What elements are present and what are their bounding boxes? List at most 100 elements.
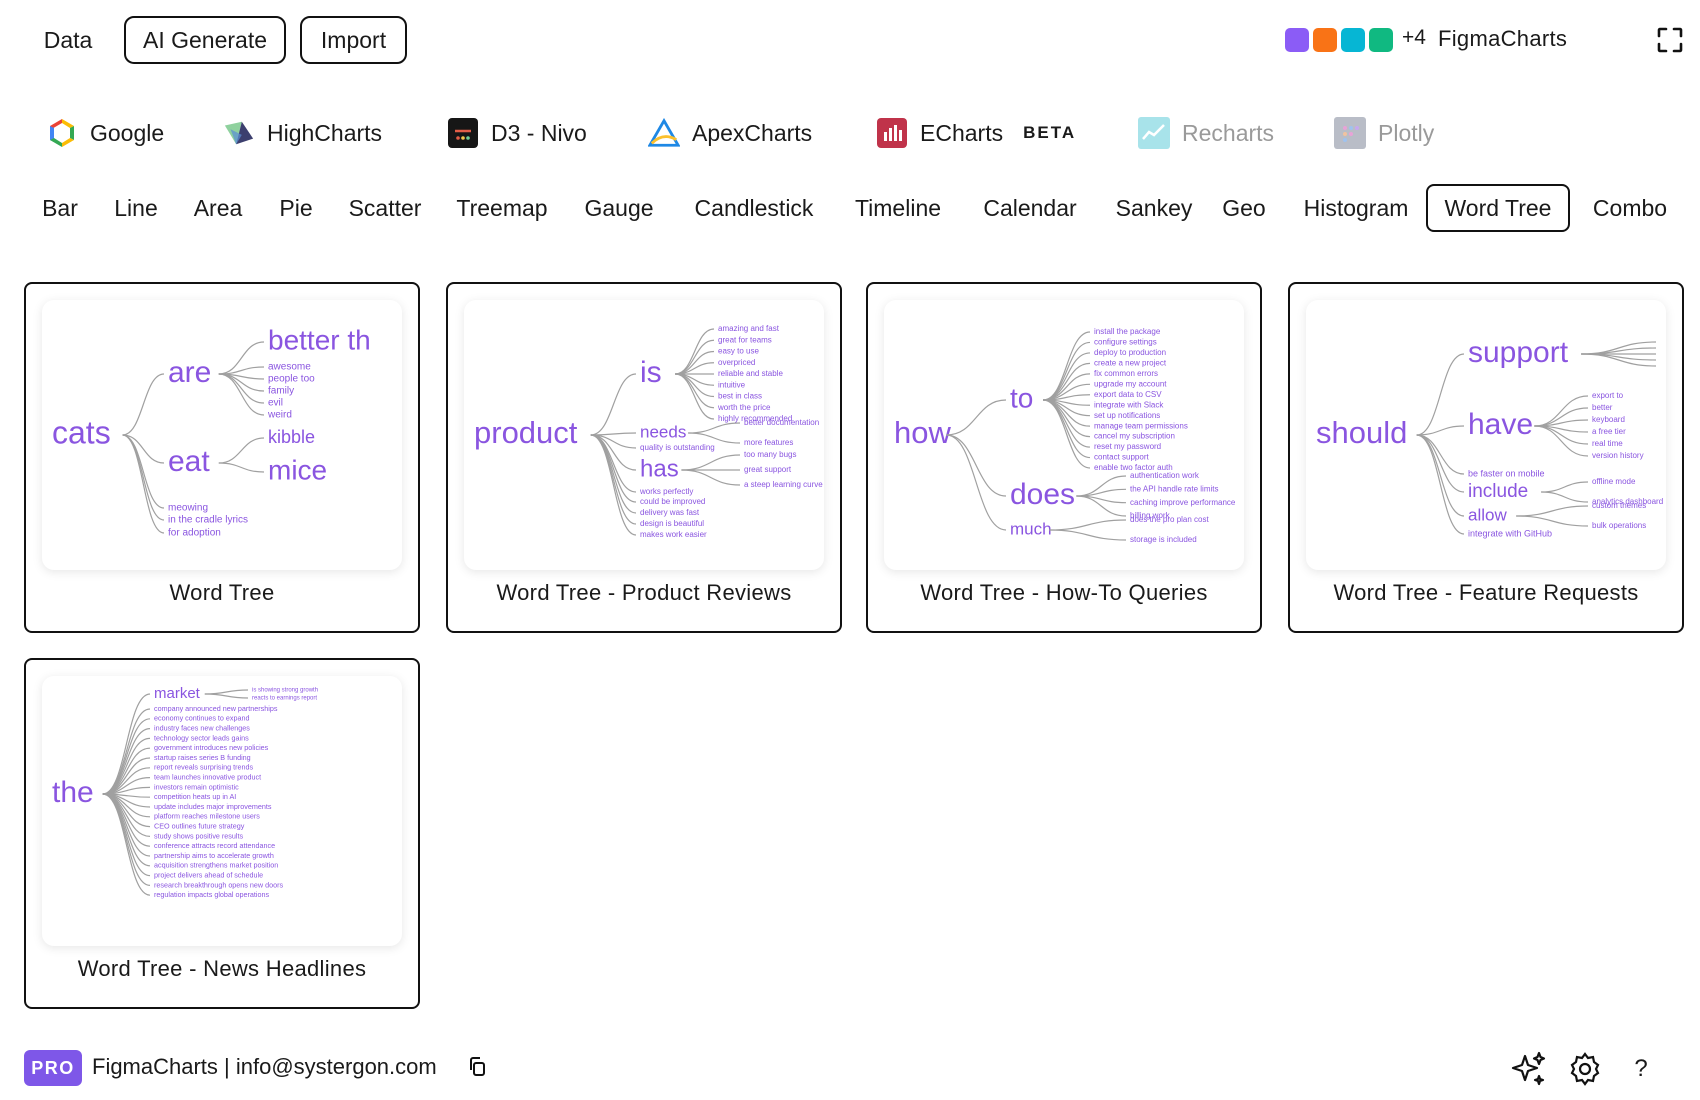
chart-card[interactable]: cats are better th awesome people too family e… (24, 282, 420, 633)
library-label: Google (90, 119, 165, 146)
tab-combo[interactable]: Combo (1582, 184, 1678, 232)
recharts-icon (1138, 117, 1170, 149)
library-echarts[interactable]: ECharts BETA (876, 108, 1076, 158)
sparkle-icon[interactable] (1510, 1050, 1548, 1088)
library-recharts[interactable]: Recharts (1138, 108, 1274, 158)
branch-line (218, 341, 265, 375)
card-title: Word Tree (169, 580, 275, 605)
branch-line (590, 434, 637, 514)
tab-area[interactable]: Area (180, 184, 256, 232)
tab-pie[interactable]: Pie (266, 184, 326, 232)
chart-card[interactable]: how to install the package configure settin… (866, 282, 1262, 633)
color-palette[interactable] (1285, 28, 1393, 52)
branch-line (590, 434, 637, 536)
highcharts-icon (223, 117, 255, 149)
card-title: Word Tree - Feature Requests (1333, 580, 1639, 605)
tab-line[interactable]: Line (104, 184, 168, 232)
branch-word: eat (168, 445, 210, 478)
import-button[interactable]: Import (300, 16, 407, 64)
branch-line (102, 728, 151, 795)
gear-icon[interactable] (1566, 1050, 1604, 1088)
library-google[interactable]: Google (46, 108, 164, 158)
leaf-phrase: evil (268, 398, 283, 409)
leaf-phrase: bulk operations (1592, 521, 1646, 530)
leaf-phrase: family (268, 386, 294, 397)
tab-treemap[interactable]: Treemap (446, 184, 558, 232)
fullscreen-icon[interactable] (1656, 26, 1684, 54)
word-tree-chart: how to install the package configure settin… (894, 327, 1236, 544)
chart-card[interactable]: the market is showing strong growth reacts … (24, 658, 420, 1009)
ai-generate-button[interactable]: AI Generate (124, 16, 286, 64)
tab-scatter[interactable]: Scatter (336, 184, 434, 232)
branch-line (1416, 434, 1465, 517)
leaf-phrase: keyboard (1592, 415, 1625, 424)
branch-line (102, 718, 151, 795)
color-swatch[interactable] (1313, 28, 1337, 52)
branch-line (1534, 425, 1589, 457)
leaf-phrase: CEO outlines future strategy (154, 822, 245, 831)
leaf-phrase: cancel my subscription (1094, 432, 1175, 441)
pro-badge[interactable]: PRO (24, 1050, 82, 1086)
tab-histogram[interactable]: Histogram (1288, 184, 1424, 232)
color-swatch[interactable] (1341, 28, 1365, 52)
branch-line (122, 434, 165, 521)
leaf-phrase: does the pro plan cost (1130, 515, 1209, 524)
branch-line (122, 434, 165, 509)
leaf-phrase: a free tier (1592, 427, 1626, 436)
brand-name: FigmaCharts (1438, 26, 1568, 51)
leaf-phrase: acquisition strengthens market position (154, 861, 278, 870)
leaf-phrase: easy to use (718, 347, 759, 356)
chart-preview: cats are better th awesome people too family e… (42, 300, 402, 570)
leaf-phrase: reset my password (1094, 442, 1161, 451)
chart-card[interactable]: product is amazing and fast great for teams… (446, 282, 842, 633)
root-word: the (52, 776, 94, 809)
branch-line (204, 693, 249, 699)
leaf-phrase: custom themes (1592, 501, 1646, 510)
branch-line (590, 373, 637, 436)
more-colors-count[interactable]: +4 (1402, 26, 1426, 50)
leaf-phrase: government introduces new policies (154, 743, 269, 752)
leaf-phrase: reliable and stable (718, 369, 783, 378)
tab-timeline[interactable]: Timeline (842, 184, 954, 232)
color-swatch[interactable] (1369, 28, 1393, 52)
tab-bar[interactable]: Bar (28, 184, 92, 232)
branch-word: allow (1468, 505, 1507, 524)
branch-line (1043, 399, 1091, 469)
leaf-phrase: too many bugs (744, 450, 796, 459)
word-tree-chart: product is amazing and fast great for teams… (474, 324, 823, 539)
tab-gauge[interactable]: Gauge (570, 184, 668, 232)
library-nivo[interactable]: D3 - Nivo (447, 108, 587, 158)
branch-line (946, 434, 1007, 497)
branch-line (1416, 353, 1465, 436)
data-button[interactable]: Data (28, 16, 108, 64)
branch-line (1516, 515, 1589, 527)
leaf-phrase: integrate with Slack (1094, 400, 1164, 409)
leaf-phrase: a steep learning curve (744, 480, 823, 489)
branch-word: support (1468, 336, 1569, 369)
leaf-phrase: team launches innovative product (154, 773, 261, 782)
library-label: ECharts (920, 119, 1004, 146)
color-swatch[interactable] (1285, 28, 1309, 52)
footer: PRO FigmaCharts | info@systergon.com ? (0, 1040, 1700, 1090)
leaf-phrase: delivery was fast (640, 508, 700, 517)
tab-word-tree[interactable]: Word Tree (1426, 184, 1570, 232)
help-button[interactable]: ? (1622, 1050, 1660, 1088)
chart-card[interactable]: should support have export to better keyboard… (1288, 282, 1684, 633)
tab-calendar[interactable]: Calendar (966, 184, 1094, 232)
library-plotly[interactable]: Plotly (1334, 108, 1434, 158)
leaf-phrase: contact support (1094, 453, 1149, 462)
branch-line (688, 422, 741, 434)
leaf-phrase: reacts to earnings report (252, 696, 317, 702)
branch-word: needs (640, 422, 686, 441)
library-highcharts[interactable]: HighCharts (223, 108, 382, 158)
tab-sankey[interactable]: Sankey (1104, 184, 1204, 232)
leaf-phrase: install the package (1094, 327, 1161, 336)
leaf-phrase: project delivers ahead of schedule (154, 871, 263, 880)
chart-preview: how to install the package configure settin… (884, 300, 1244, 570)
leaf-phrase: for adoption (168, 528, 221, 539)
tab-geo[interactable]: Geo (1214, 184, 1274, 232)
leaf-phrase: best in class (718, 392, 762, 401)
tab-candlestick[interactable]: Candlestick (680, 184, 828, 232)
copy-icon[interactable] (468, 1056, 488, 1078)
library-apexcharts[interactable]: ApexCharts (648, 108, 812, 158)
